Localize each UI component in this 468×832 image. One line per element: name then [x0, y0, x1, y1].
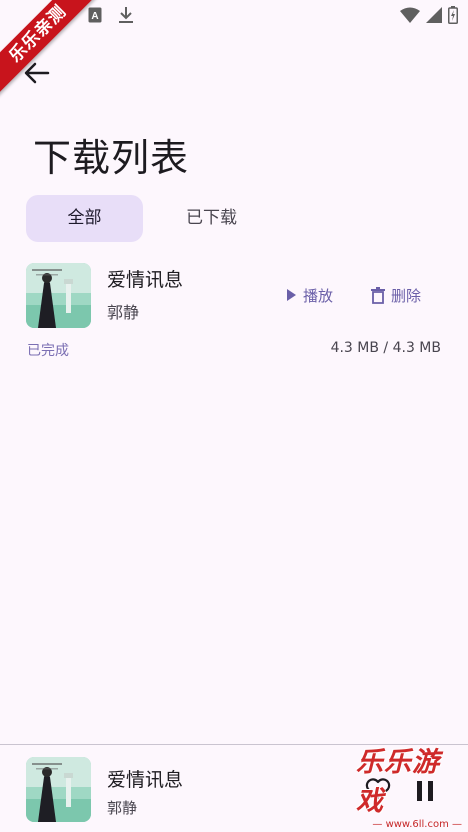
page-title: 下载列表 [33, 136, 190, 180]
trash-icon [371, 286, 385, 304]
wifi-icon [400, 7, 420, 23]
song-title: 爱情讯息 [107, 269, 184, 291]
song-artist: 郭静 [107, 303, 140, 322]
play-icon [287, 289, 296, 301]
delete-button[interactable]: 删除 [371, 284, 421, 306]
tab-all[interactable]: 全部 [26, 195, 143, 242]
watermark-logo: 乐乐游戏 — www.6ll.com — [356, 747, 468, 832]
delete-label: 删除 [391, 286, 422, 305]
signal-icon [426, 7, 442, 23]
watermark-logo-text: 乐乐游戏 [356, 747, 440, 817]
watermark-logo-url: — www.6ll.com — [372, 819, 462, 830]
back-arrow-icon[interactable] [22, 60, 52, 86]
player-song-title: 爱情讯息 [107, 769, 184, 791]
play-label: 播放 [303, 286, 334, 305]
download-status: 已完成 [27, 343, 69, 359]
download-icon [119, 7, 133, 23]
download-list-screen: { "watermark": { "ribbon_text": "乐乐亲测", … [0, 0, 468, 832]
player-album-cover [26, 757, 91, 822]
sim-card-a-icon: A [88, 7, 102, 23]
player-song-artist: 郭静 [107, 799, 138, 817]
download-size: 4.3 MB / 4.3 MB [330, 340, 441, 356]
album-cover [26, 263, 91, 328]
play-button[interactable]: 播放 [285, 284, 333, 306]
svg-text:A: A [91, 11, 98, 22]
battery-icon [448, 6, 458, 24]
tab-downloaded[interactable]: 已下载 [153, 195, 270, 242]
